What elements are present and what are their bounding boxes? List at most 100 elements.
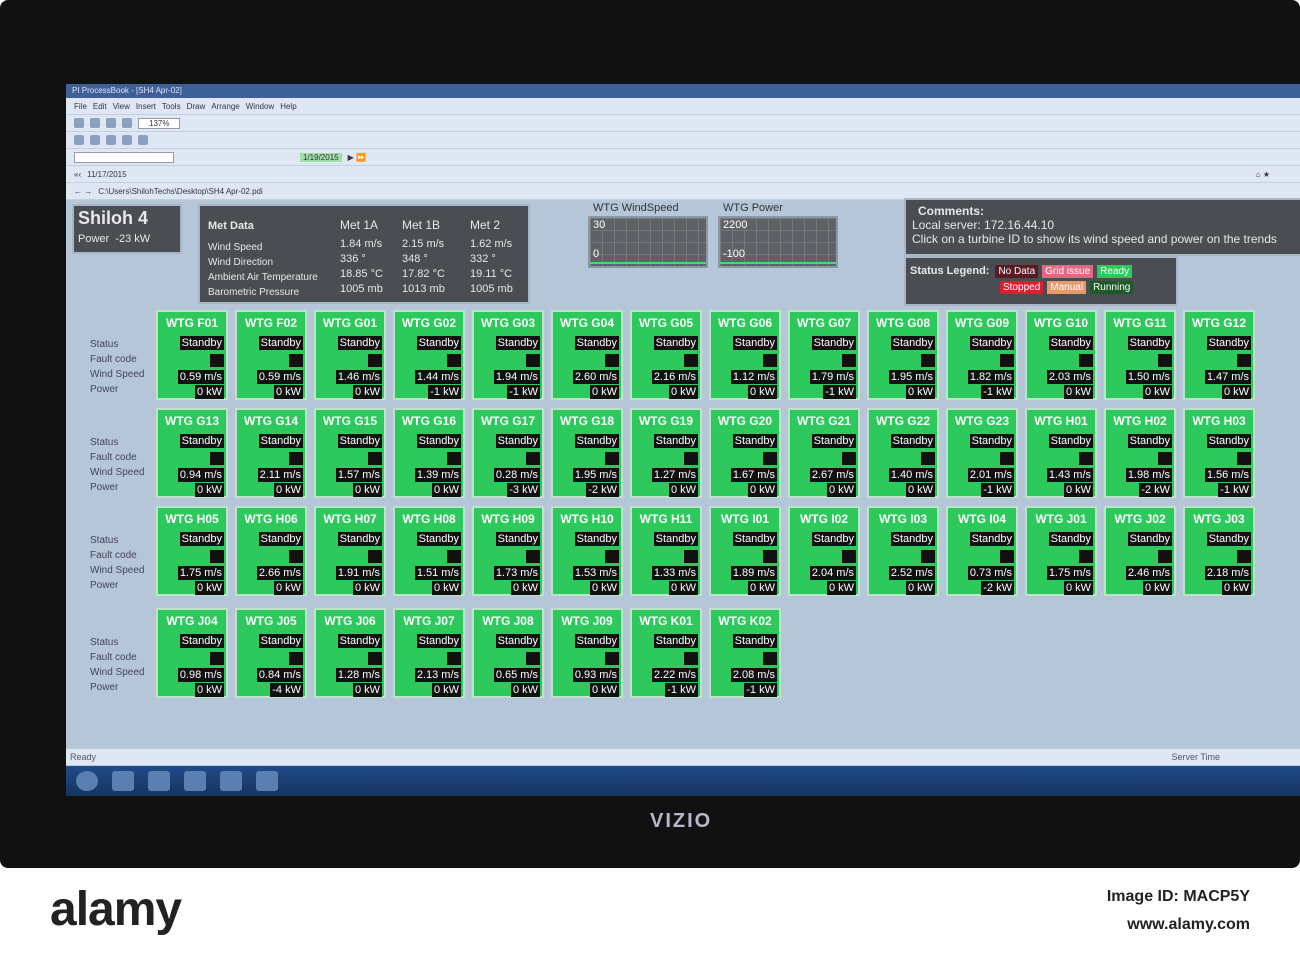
turbine-tile[interactable]: WTG F02 Standby 0.59 m/s 0 kW	[235, 310, 307, 400]
explorer-icon[interactable]	[184, 771, 206, 791]
turbine-tile[interactable]: WTG G09 Standby 1.82 m/s -1 kW	[946, 310, 1018, 400]
trend-chart[interactable]: 30 0	[588, 216, 708, 268]
turbine-id[interactable]: WTG H06	[237, 512, 305, 526]
turbine-id[interactable]: WTG F02	[237, 316, 305, 330]
turbine-tile[interactable]: WTG J04 Standby 0.98 m/s 0 kW	[156, 608, 228, 698]
turbine-id[interactable]: WTG G16	[395, 414, 463, 428]
turbine-tile[interactable]: WTG H09 Standby 1.73 m/s 0 kW	[472, 506, 544, 596]
turbine-tile[interactable]: WTG I03 Standby 2.52 m/s 0 kW	[867, 506, 939, 596]
turbine-tile[interactable]: WTG H11 Standby 1.33 m/s 0 kW	[630, 506, 702, 596]
menu-edit[interactable]: Edit	[93, 102, 107, 111]
turbine-id[interactable]: WTG G05	[632, 316, 700, 330]
trend-chart[interactable]: 2200 -100	[718, 216, 838, 268]
turbine-id[interactable]: WTG J05	[237, 614, 305, 628]
turbine-id[interactable]: WTG G23	[948, 414, 1016, 428]
menu-file[interactable]: File	[74, 102, 87, 111]
turbine-id[interactable]: WTG G02	[395, 316, 463, 330]
back-arrows-icon[interactable]: «‹	[74, 170, 81, 179]
pointer-icon[interactable]	[74, 135, 84, 145]
open-icon[interactable]	[90, 118, 100, 128]
media-player-icon[interactable]	[148, 771, 170, 791]
play-icon[interactable]: ▶ ⏩	[348, 153, 366, 162]
turbine-id[interactable]: WTG I02	[790, 512, 858, 526]
turbine-tile[interactable]: WTG H07 Standby 1.91 m/s 0 kW	[314, 506, 386, 596]
turbine-id[interactable]: WTG K01	[632, 614, 700, 628]
turbine-id[interactable]: WTG J08	[474, 614, 542, 628]
menu-window[interactable]: Window	[246, 102, 274, 111]
zoom-select[interactable]: 137%	[138, 117, 181, 129]
turbine-id[interactable]: WTG G17	[474, 414, 542, 428]
turbine-id[interactable]: WTG G09	[948, 316, 1016, 330]
menu-draw[interactable]: Draw	[187, 102, 206, 111]
turbine-tile[interactable]: WTG J03 Standby 2.18 m/s 0 kW	[1183, 506, 1255, 596]
turbine-id[interactable]: WTG J01	[1027, 512, 1095, 526]
start-time-field[interactable]: 11/17/2015	[87, 170, 126, 179]
turbine-tile[interactable]: WTG G12 Standby 1.47 m/s 0 kW	[1183, 310, 1255, 400]
turbine-tile[interactable]: WTG G03 Standby 1.94 m/s -1 kW	[472, 310, 544, 400]
font-select[interactable]	[74, 151, 174, 163]
turbine-tile[interactable]: WTG G21 Standby 2.67 m/s 0 kW	[788, 408, 860, 498]
turbine-id[interactable]: WTG H08	[395, 512, 463, 526]
turbine-id[interactable]: WTG G14	[237, 414, 305, 428]
start-button[interactable]	[76, 771, 98, 791]
turbine-tile[interactable]: WTG G06 Standby 1.12 m/s 0 kW	[709, 310, 781, 400]
turbine-tile[interactable]: WTG G22 Standby 1.40 m/s 0 kW	[867, 408, 939, 498]
menu-help[interactable]: Help	[280, 102, 296, 111]
turbine-tile[interactable]: WTG J05 Standby 0.84 m/s -4 kW	[235, 608, 307, 698]
turbine-id[interactable]: WTG G13	[158, 414, 226, 428]
turbine-id[interactable]: WTG G01	[316, 316, 384, 330]
turbine-id[interactable]: WTG G06	[711, 316, 779, 330]
turbine-id[interactable]: WTG H11	[632, 512, 700, 526]
turbine-tile[interactable]: WTG G15 Standby 1.57 m/s 0 kW	[314, 408, 386, 498]
print-icon[interactable]	[122, 118, 132, 128]
turbine-id[interactable]: WTG H02	[1106, 414, 1174, 428]
turbine-id[interactable]: WTG G19	[632, 414, 700, 428]
turbine-id[interactable]: WTG G22	[869, 414, 937, 428]
menu-tools[interactable]: Tools	[162, 102, 181, 111]
turbine-id[interactable]: WTG H01	[1027, 414, 1095, 428]
turbine-id[interactable]: WTG G21	[790, 414, 858, 428]
turbine-tile[interactable]: WTG G08 Standby 1.95 m/s 0 kW	[867, 310, 939, 400]
turbine-id[interactable]: WTG G11	[1106, 316, 1174, 330]
turbine-id[interactable]: WTG H07	[316, 512, 384, 526]
turbine-tile[interactable]: WTG H10 Standby 1.53 m/s 0 kW	[551, 506, 623, 596]
turbine-id[interactable]: WTG I01	[711, 512, 779, 526]
menu-arrange[interactable]: Arrange	[211, 102, 239, 111]
turbine-tile[interactable]: WTG G19 Standby 1.27 m/s 0 kW	[630, 408, 702, 498]
turbine-id[interactable]: WTG G03	[474, 316, 542, 330]
turbine-id[interactable]: WTG J04	[158, 614, 226, 628]
turbine-id[interactable]: WTG G20	[711, 414, 779, 428]
ellipse-icon[interactable]	[122, 135, 132, 145]
turbine-tile[interactable]: WTG F01 Standby 0.59 m/s 0 kW	[156, 310, 228, 400]
turbine-id[interactable]: WTG I03	[869, 512, 937, 526]
home-icon[interactable]: ⌂ ★	[1256, 170, 1270, 179]
turbine-id[interactable]: WTG J07	[395, 614, 463, 628]
turbine-id[interactable]: WTG J06	[316, 614, 384, 628]
turbine-tile[interactable]: WTG H05 Standby 1.75 m/s 0 kW	[156, 506, 228, 596]
turbine-tile[interactable]: WTG G14 Standby 2.11 m/s 0 kW	[235, 408, 307, 498]
turbine-tile[interactable]: WTG H08 Standby 1.51 m/s 0 kW	[393, 506, 465, 596]
turbine-id[interactable]: WTG H05	[158, 512, 226, 526]
turbine-tile[interactable]: WTG H02 Standby 1.98 m/s -2 kW	[1104, 408, 1176, 498]
turbine-id[interactable]: WTG J03	[1185, 512, 1253, 526]
turbine-tile[interactable]: WTG G17 Standby 0.28 m/s -3 kW	[472, 408, 544, 498]
turbine-id[interactable]: WTG K02	[711, 614, 779, 628]
turbine-tile[interactable]: WTG J07 Standby 2.13 m/s 0 kW	[393, 608, 465, 698]
turbine-id[interactable]: WTG J02	[1106, 512, 1174, 526]
turbine-tile[interactable]: WTG J06 Standby 1.28 m/s 0 kW	[314, 608, 386, 698]
turbine-id[interactable]: WTG G04	[553, 316, 621, 330]
turbine-tile[interactable]: WTG H03 Standby 1.56 m/s -1 kW	[1183, 408, 1255, 498]
turbine-tile[interactable]: WTG G01 Standby 1.46 m/s 0 kW	[314, 310, 386, 400]
menu-view[interactable]: View	[113, 102, 130, 111]
turbine-tile[interactable]: WTG J09 Standby 0.93 m/s 0 kW	[551, 608, 623, 698]
turbine-tile[interactable]: WTG G13 Standby 0.94 m/s 0 kW	[156, 408, 228, 498]
turbine-tile[interactable]: WTG I04 Standby 0.73 m/s -2 kW	[946, 506, 1018, 596]
save-icon[interactable]	[106, 118, 116, 128]
turbine-id[interactable]: WTG G08	[869, 316, 937, 330]
turbine-tile[interactable]: WTG H06 Standby 2.66 m/s 0 kW	[235, 506, 307, 596]
turbine-id[interactable]: WTG F01	[158, 316, 226, 330]
turbine-tile[interactable]: WTG G07 Standby 1.79 m/s -1 kW	[788, 310, 860, 400]
turbine-tile[interactable]: WTG J08 Standby 0.65 m/s 0 kW	[472, 608, 544, 698]
rectangle-icon[interactable]	[106, 135, 116, 145]
turbine-tile[interactable]: WTG G04 Standby 2.60 m/s 0 kW	[551, 310, 623, 400]
